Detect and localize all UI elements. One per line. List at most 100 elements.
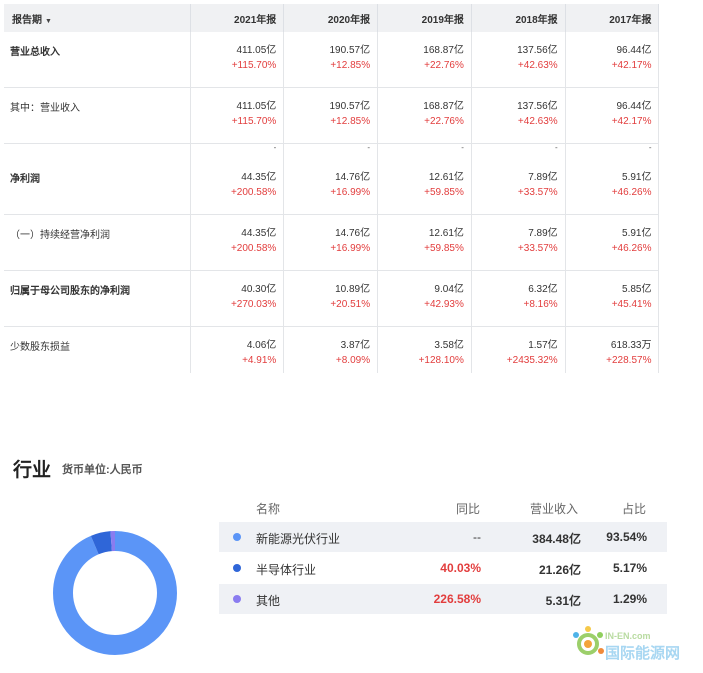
- industry-row[interactable]: 半导体行业 40.03% 21.26亿 5.17%: [219, 553, 667, 583]
- year-header: 2019年报: [377, 4, 472, 32]
- industry-yoy: 40.03%: [440, 561, 481, 575]
- value-cell: 168.87亿 +22.76%: [377, 32, 472, 88]
- value-cell: 44.35亿 +200.58%: [190, 214, 285, 271]
- row-label: （一）持续经营净利润: [4, 214, 191, 271]
- cell-growth: +45.41%: [611, 299, 652, 310]
- dash-placeholder: -: [648, 143, 652, 152]
- cell-growth: +42.63%: [517, 116, 558, 127]
- currency-unit-label: 货币单位:人民币: [62, 464, 143, 476]
- industry-name: 新能源光伏行业: [256, 532, 341, 546]
- cell-growth: +42.93%: [424, 299, 464, 310]
- value-cell: 137.56亿 +42.63%: [471, 32, 566, 88]
- cell-value: 44.35亿: [241, 172, 277, 183]
- dash-placeholder: -: [461, 143, 464, 152]
- value-cell: 9.04亿 +42.93%: [377, 270, 472, 327]
- financial-table: 报告期 ▼ 2021年报 2020年报 2019年报 2018年报 2017年报 …: [4, 4, 659, 373]
- year-header: 2021年报: [190, 4, 285, 32]
- value-cell: 7.89亿 +33.57%: [471, 159, 566, 215]
- cell-growth: +8.16%: [523, 299, 558, 310]
- cell-value: 96.44亿: [616, 101, 652, 112]
- industry-revenue: 5.31亿: [545, 594, 581, 608]
- col-header-share: 占比: [622, 502, 647, 516]
- cell-value: 5.91亿: [622, 172, 652, 183]
- cell-value: 96.44亿: [616, 45, 652, 56]
- year-header: 2017年报: [565, 4, 659, 32]
- legend-dot: [233, 564, 241, 572]
- col-header-revenue: 营业收入: [530, 502, 579, 516]
- value-cell: 1.57亿 +2435.32%: [471, 326, 566, 373]
- cell-growth: +12.85%: [330, 60, 371, 71]
- value-cell: 10.89亿 +20.51%: [283, 270, 379, 327]
- value-cell: 14.76亿 +16.99%: [283, 159, 379, 215]
- row-label: 营业总收入: [4, 32, 191, 88]
- cell-growth: +59.85%: [424, 187, 464, 198]
- cell-growth: +20.51%: [330, 299, 371, 310]
- industry-row[interactable]: 新能源光伏行业 -- 384.48亿 93.54%: [219, 522, 667, 552]
- caret-down-icon[interactable]: ▼: [45, 18, 52, 25]
- table-row: 营业总收入 411.05亿 +115.70% 190.57亿 +12.85% 168.87…: [4, 32, 659, 88]
- cell-value: 44.35亿: [241, 228, 277, 239]
- legend-dot: [233, 533, 241, 541]
- value-cell: 190.57亿 +12.85%: [283, 87, 379, 144]
- row-label: 归属于母公司股东的净利润: [4, 270, 191, 327]
- table-row: （一）持续经营净利润 44.35亿 +200.58% 14.76亿 +16.99% 12.…: [4, 214, 659, 271]
- cell-value: 137.56亿: [517, 101, 558, 112]
- cell-growth: +12.85%: [330, 116, 371, 127]
- cell-value: 5.91亿: [622, 228, 652, 239]
- financial-table-panel: 报告期 ▼ 2021年报 2020年报 2019年报 2018年报 2017年报 …: [4, 4, 659, 373]
- gap-cell: -: [377, 143, 472, 159]
- value-cell: 5.91亿 +46.26%: [565, 214, 659, 271]
- cell-growth: +42.17%: [611, 60, 652, 71]
- cell-growth: +22.76%: [424, 60, 464, 71]
- value-cell: 4.06亿 +4.91%: [190, 326, 285, 373]
- value-cell: 12.61亿 +59.85%: [377, 214, 472, 271]
- cell-growth: +8.09%: [335, 355, 371, 366]
- gap-cell: -: [190, 143, 285, 159]
- cell-value: 137.56亿: [517, 45, 558, 56]
- cell-value: 6.32亿: [528, 284, 558, 295]
- year-header: 2020年报: [283, 4, 379, 32]
- value-cell: 411.05亿 +115.70%: [190, 87, 285, 144]
- cell-growth: +16.99%: [330, 243, 371, 254]
- cell-value: 411.05亿: [236, 45, 277, 56]
- col-header-name: 名称: [256, 502, 281, 516]
- table-row: 归属于母公司股东的净利润 40.30亿 +270.03% 10.89亿 +20.51% 9…: [4, 270, 659, 327]
- table-row: 净利润 44.35亿 +200.58% 14.76亿 +16.99% 12.61亿 +59.…: [4, 159, 659, 215]
- value-cell: 96.44亿 +42.17%: [565, 87, 659, 144]
- cell-value: 10.89亿: [335, 284, 371, 295]
- dash-placeholder: -: [555, 143, 558, 152]
- cell-value: 168.87亿: [423, 45, 464, 56]
- in-en-watermark-logo: IN-EN.com 国际能源网: [573, 626, 680, 662]
- row-label: 少数股东损益: [4, 326, 191, 373]
- industry-row[interactable]: 其他 226.58% 5.31亿 1.29%: [219, 584, 667, 614]
- cell-value: 12.61亿: [428, 172, 464, 183]
- cell-value: 168.87亿: [423, 101, 464, 112]
- value-cell: 411.05亿 +115.70%: [190, 32, 285, 88]
- period-header[interactable]: 报告期 ▼: [4, 4, 191, 32]
- year-header: 2018年报: [471, 4, 566, 32]
- table-header-row: 报告期 ▼ 2021年报 2020年报 2019年报 2018年报 2017年报: [4, 4, 659, 32]
- cell-value: 5.85亿: [622, 284, 652, 295]
- value-cell: 44.35亿 +200.58%: [190, 159, 285, 215]
- value-cell: 12.61亿 +59.85%: [377, 159, 472, 215]
- cell-growth: +46.26%: [611, 187, 652, 198]
- cell-value: 12.61亿: [428, 228, 464, 239]
- cell-value: 3.87亿: [340, 340, 371, 351]
- cell-value: 7.89亿: [528, 172, 558, 183]
- watermark-domain: IN-EN.com: [605, 631, 651, 641]
- value-cell: 168.87亿 +22.76%: [377, 87, 472, 144]
- cell-growth: +228.57%: [606, 355, 652, 366]
- value-cell: 5.85亿 +45.41%: [565, 270, 659, 327]
- industry-share: 5.17%: [612, 561, 647, 575]
- watermark-brand: 国际能源网: [605, 644, 680, 662]
- col-header-yoy: 同比: [456, 502, 481, 516]
- cell-growth: +42.17%: [611, 116, 652, 127]
- row-label: 其中：营业收入: [4, 87, 191, 144]
- cell-growth: +115.70%: [231, 60, 277, 71]
- value-cell: 7.89亿 +33.57%: [471, 214, 566, 271]
- row-label: 净利润: [4, 159, 191, 215]
- solar-flower-icon: [573, 626, 604, 655]
- value-cell: 14.76亿 +16.99%: [283, 214, 379, 271]
- cell-value: 7.89亿: [528, 228, 558, 239]
- cell-growth: +46.26%: [611, 243, 652, 254]
